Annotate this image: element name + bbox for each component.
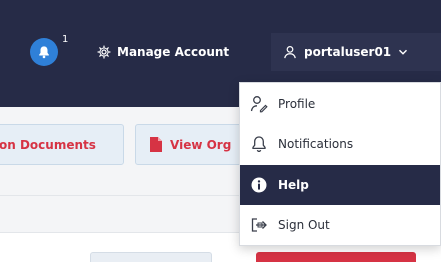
user-menu-trigger[interactable]: portaluser01	[271, 33, 441, 71]
manage-account-link[interactable]: Manage Account	[97, 38, 229, 66]
documents-button[interactable]: on Documents	[0, 124, 124, 165]
profile-icon	[250, 95, 268, 113]
info-icon	[250, 176, 268, 194]
user-dropdown-menu: Profile Notifications Help Sign Out	[239, 82, 441, 246]
bell-icon	[39, 46, 49, 59]
menu-item-sign-out[interactable]: Sign Out	[240, 205, 440, 245]
page: 1 Manage Account portaluser01 on Documen…	[0, 0, 441, 262]
primary-red-button[interactable]	[256, 252, 416, 262]
bell-outline-icon	[250, 135, 268, 153]
manage-account-label: Manage Account	[117, 45, 230, 59]
view-org-button[interactable]: View Org	[135, 124, 255, 165]
menu-item-profile[interactable]: Profile	[240, 84, 440, 124]
notification-count-badge: 1	[62, 34, 69, 45]
menu-item-label: Sign Out	[278, 218, 330, 232]
menu-item-label: Help	[278, 178, 309, 192]
secondary-button[interactable]	[90, 252, 212, 262]
user-icon	[284, 45, 296, 59]
documents-button-label: on Documents	[0, 137, 96, 152]
menu-item-help[interactable]: Help	[240, 165, 440, 205]
notifications-button[interactable]	[30, 38, 58, 66]
document-icon	[150, 137, 162, 152]
chevron-down-icon	[399, 49, 408, 55]
username-label: portaluser01	[304, 45, 392, 59]
menu-item-label: Notifications	[278, 137, 354, 151]
menu-item-label: Profile	[278, 97, 316, 111]
view-org-button-label: View Org	[170, 137, 232, 152]
gear-icon	[97, 45, 111, 59]
sign-out-icon	[250, 216, 268, 234]
menu-item-notifications[interactable]: Notifications	[240, 124, 440, 164]
